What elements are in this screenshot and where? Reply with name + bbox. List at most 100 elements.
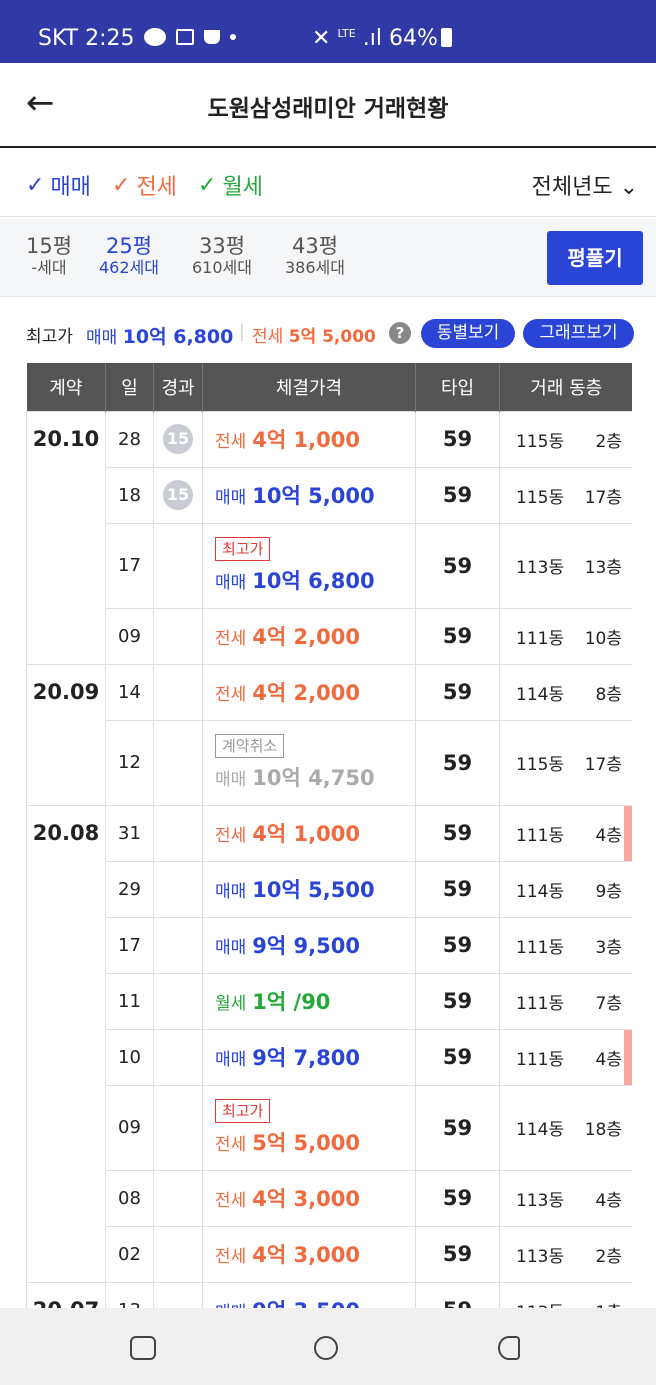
- table-row[interactable]: 12 계약취소 매매 10억 4,750 59 115동 17층: [27, 719, 632, 806]
- contract-day: 18: [105, 466, 154, 524]
- unit-type: 59: [415, 860, 500, 918]
- unit-type: 59: [415, 410, 500, 468]
- price-tag: 계약취소: [215, 733, 285, 758]
- trade-price: 4억 1,000: [252, 428, 360, 452]
- size-tab-15[interactable]: 15평 -세대: [26, 234, 72, 278]
- view-graph-button[interactable]: 그래프보기: [523, 319, 634, 348]
- table-row[interactable]: 08 전세 4억 3,000 59 113동 4층: [27, 1169, 632, 1227]
- dong: 113동: [516, 1246, 565, 1267]
- table-row[interactable]: 18 15 매매 10억 5,000 59 115동 17층: [27, 466, 632, 524]
- size-tab-25[interactable]: 25평 462세대: [99, 234, 159, 278]
- filter-jeonse-label: 전세: [136, 175, 177, 200]
- floor: 17층: [584, 487, 622, 508]
- android-nav-bar: [0, 1308, 656, 1385]
- table-row[interactable]: 20.10 28 15 전세 4억 1,000 59 115동 2층: [26, 410, 632, 665]
- table-header-row: 계약 일 경과 체결가격 타입 거래 동층: [26, 363, 632, 411]
- pyeong-convert-button[interactable]: 평풀기: [547, 231, 643, 285]
- trade-price: 4억 2,000: [252, 681, 360, 705]
- contract-day: 09: [105, 607, 154, 665]
- highlight-marker: [624, 1029, 632, 1085]
- size-label: 25평: [105, 234, 153, 258]
- table-row[interactable]: 09 최고가 전세 5억 5,000 59 114동 18층: [27, 1084, 632, 1171]
- table-row[interactable]: 17 매매 9억 9,500 59 111동 3층: [27, 916, 632, 974]
- price-cell: 매매 9억 9,500: [202, 916, 416, 974]
- max-sale-label: 매매: [86, 328, 118, 348]
- unit-type: 59: [415, 1169, 500, 1227]
- size-tab-33[interactable]: 33평 610세대: [192, 234, 252, 278]
- contract-day: 31: [105, 804, 154, 862]
- filter-jeonse-checkbox[interactable]: ✓ 전세: [112, 169, 177, 201]
- dong-floor-cell: 113동 2층: [499, 1225, 632, 1283]
- elapsed-cell: [153, 804, 203, 862]
- dong: 115동: [516, 431, 565, 452]
- transactions-table: 계약 일 경과 체결가격 타입 거래 동층 20.10 28 15 전세 4억 1,00…: [26, 363, 632, 1308]
- table-row[interactable]: 10 매매 9억 7,800 59 111동 4층: [27, 1028, 632, 1086]
- table-row[interactable]: 20.09 14 전세 4억 2,000 59 114동 8층: [26, 663, 632, 806]
- table-row[interactable]: 20.08 31 전세 4억 1,000 59 111동 4층: [26, 804, 632, 1283]
- elapsed-badge: 15: [163, 424, 193, 454]
- floor: 10층: [584, 628, 622, 649]
- trade-price: 4억 3,000: [252, 1243, 360, 1267]
- elapsed-cell: [153, 1084, 203, 1171]
- dong-floor-cell: 111동 4층: [499, 1028, 632, 1086]
- contract-month: 20.07: [26, 1281, 106, 1308]
- table-row[interactable]: 17 최고가 매매 10억 6,800 59 113동 13층: [27, 522, 632, 609]
- price-cell: 전세 4억 1,000: [202, 410, 416, 468]
- table-row[interactable]: 20.0713 매매9억 3,50059 113동 1층: [26, 1281, 632, 1309]
- unit-type: 59: [415, 522, 500, 609]
- trade-type-label: 전세: [215, 685, 247, 705]
- filter-sale-checkbox[interactable]: ✓ 매매: [26, 169, 91, 201]
- back-icon[interactable]: [498, 1336, 520, 1360]
- dong-floor-cell: 115동 2층: [499, 410, 632, 468]
- elapsed-cell: [153, 972, 203, 1030]
- contract-day: 02: [105, 1225, 154, 1283]
- table-row[interactable]: 11 월세 1억 /90 59 111동 7층: [27, 972, 632, 1030]
- dong: 111동: [516, 993, 565, 1014]
- dong: 113동: [516, 558, 565, 578]
- dong: 113동: [516, 1298, 564, 1309]
- view-by-dong-button[interactable]: 동별보기: [421, 319, 515, 348]
- column-header: 타입: [415, 363, 500, 411]
- dong-floor-cell: 113동 13층: [499, 522, 632, 609]
- elapsed-cell: [153, 663, 203, 721]
- price-cell: 계약취소 매매 10억 4,750: [202, 719, 416, 806]
- help-icon[interactable]: ?: [389, 322, 411, 344]
- unit-type: 59: [415, 663, 500, 721]
- contract-day: 11: [105, 972, 154, 1030]
- trade-price: 9억 9,500: [252, 934, 360, 958]
- table-row[interactable]: 29 매매 10억 5,500 59 114동 9층: [27, 860, 632, 918]
- max-sale-price: 매매 10억 6,800: [86, 322, 233, 349]
- max-jeonse-label: 전세: [252, 327, 284, 347]
- trade-price: 1억 /90: [252, 990, 331, 1014]
- price-cell: 매매 10억 5,500: [202, 860, 416, 918]
- household-count: 462세대: [99, 258, 159, 277]
- elapsed-cell: [153, 607, 203, 665]
- price-cell: 최고가 매매 10억 6,800: [202, 522, 416, 609]
- household-count: -세대: [31, 258, 67, 277]
- filter-wolse-checkbox[interactable]: ✓ 월세: [198, 169, 263, 201]
- elapsed-cell: [153, 522, 203, 609]
- status-bar: SKT 2:25 ✕ LTE .ıl 64%: [0, 0, 656, 63]
- column-header: 일: [105, 363, 154, 411]
- size-tab-43[interactable]: 43평 386세대: [285, 234, 345, 278]
- table-row[interactable]: 09 전세 4억 2,000 59 111동 10층: [27, 607, 632, 665]
- recent-apps-icon[interactable]: [130, 1336, 156, 1360]
- trade-price: 10억 4,750: [252, 765, 375, 790]
- price-cell: 전세 4억 2,000: [202, 607, 416, 665]
- unit-type: 59: [415, 916, 500, 974]
- notification-icons: [144, 28, 236, 46]
- table-row[interactable]: 02 전세 4억 3,000 59 113동 2층: [27, 1225, 632, 1283]
- size-label: 33평: [198, 234, 246, 258]
- elapsed-cell: [153, 1169, 203, 1227]
- home-icon[interactable]: [314, 1336, 338, 1360]
- price-cell: 전세 4억 2,000: [202, 663, 416, 721]
- column-header: 계약: [26, 363, 106, 411]
- dong-floor-cell: 111동 4층: [499, 804, 632, 862]
- floor: 4층: [595, 1190, 622, 1211]
- price-cell: 최고가 전세 5억 5,000: [202, 1084, 416, 1171]
- year-dropdown[interactable]: 전체년도 ⌄: [532, 169, 638, 201]
- dong: 111동: [516, 937, 565, 958]
- household-count: 386세대: [285, 258, 345, 277]
- floor: 9층: [595, 881, 622, 902]
- elapsed-badge: 15: [163, 480, 193, 510]
